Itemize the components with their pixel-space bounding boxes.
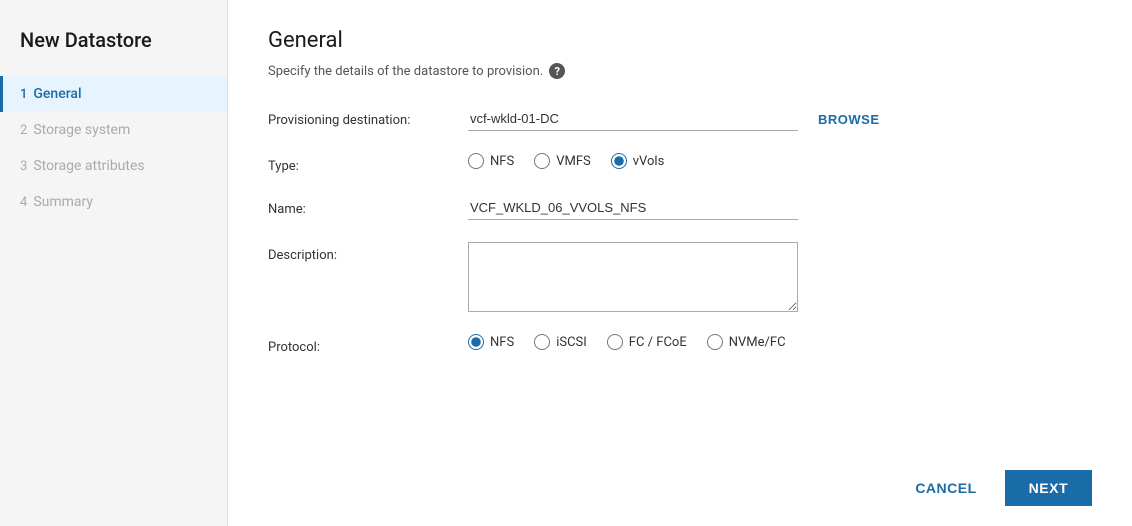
next-button[interactable]: NEXT xyxy=(1005,470,1092,506)
name-control xyxy=(468,196,1092,220)
type-nfs-radio[interactable] xyxy=(468,153,484,169)
type-row: Type: NFS VMFS vVols xyxy=(268,153,1092,174)
type-nfs-option[interactable]: NFS xyxy=(468,153,514,169)
sidebar: New Datastore 1 General 2 Storage system… xyxy=(0,0,228,526)
sidebar-item-summary[interactable]: 4 Summary xyxy=(0,184,227,220)
step-num-3: 3 xyxy=(20,159,27,174)
description-label: Description: xyxy=(268,242,468,263)
browse-button[interactable]: BROWSE xyxy=(810,108,888,131)
protocol-nfs-option[interactable]: NFS xyxy=(468,334,514,350)
cancel-button[interactable]: CANCEL xyxy=(899,472,992,504)
protocol-nvme-label: NVMe/FC xyxy=(729,335,786,350)
name-input[interactable] xyxy=(468,196,798,220)
footer: CANCEL NEXT xyxy=(268,454,1092,506)
form: Provisioning destination: BROWSE Type: N… xyxy=(268,107,1092,454)
type-vmfs-option[interactable]: VMFS xyxy=(534,153,591,169)
type-radio-group: NFS VMFS vVols xyxy=(468,153,664,169)
sidebar-item-storage-system[interactable]: 2 Storage system xyxy=(0,112,227,148)
sidebar-label-summary: Summary xyxy=(33,194,93,210)
protocol-row: Protocol: NFS iSCSI FC / FCoE xyxy=(268,334,1092,355)
name-label: Name: xyxy=(268,196,468,217)
subtitle-text: Specify the details of the datastore to … xyxy=(268,64,543,79)
type-vvols-option[interactable]: vVols xyxy=(611,153,665,169)
sidebar-label-storage-attributes: Storage attributes xyxy=(33,158,144,174)
sidebar-title: New Datastore xyxy=(0,20,227,76)
protocol-fc-label: FC / FCoE xyxy=(629,335,687,350)
protocol-label: Protocol: xyxy=(268,334,468,355)
protocol-nfs-radio[interactable] xyxy=(468,334,484,350)
provisioning-destination-row: Provisioning destination: BROWSE xyxy=(268,107,1092,131)
provisioning-destination-control: BROWSE xyxy=(468,107,1092,131)
type-vvols-label: vVols xyxy=(633,154,665,169)
sidebar-item-general[interactable]: 1 General xyxy=(0,76,227,112)
protocol-control: NFS iSCSI FC / FCoE NVMe/FC xyxy=(468,334,1092,350)
sidebar-label-storage-system: Storage system xyxy=(33,122,130,138)
name-row: Name: xyxy=(268,196,1092,220)
protocol-nvme-option[interactable]: NVMe/FC xyxy=(707,334,786,350)
description-row: Description: xyxy=(268,242,1092,312)
description-control xyxy=(468,242,1092,312)
step-num-2: 2 xyxy=(20,123,27,138)
sidebar-label-general: General xyxy=(33,86,81,102)
main-content: General Specify the details of the datas… xyxy=(228,0,1132,526)
protocol-fc-option[interactable]: FC / FCoE xyxy=(607,334,687,350)
protocol-iscsi-label: iSCSI xyxy=(556,335,587,350)
protocol-fc-radio[interactable] xyxy=(607,334,623,350)
type-label: Type: xyxy=(268,153,468,174)
type-vmfs-radio[interactable] xyxy=(534,153,550,169)
type-vvols-radio[interactable] xyxy=(611,153,627,169)
description-textarea[interactable] xyxy=(468,242,798,312)
protocol-radio-group: NFS iSCSI FC / FCoE NVMe/FC xyxy=(468,334,786,350)
provisioning-destination-label: Provisioning destination: xyxy=(268,107,468,128)
page-title: General xyxy=(268,28,1092,53)
type-control: NFS VMFS vVols xyxy=(468,153,1092,169)
protocol-nvme-radio[interactable] xyxy=(707,334,723,350)
protocol-iscsi-option[interactable]: iSCSI xyxy=(534,334,587,350)
type-vmfs-label: VMFS xyxy=(556,154,591,169)
provisioning-destination-input[interactable] xyxy=(468,107,798,131)
sidebar-item-storage-attributes[interactable]: 3 Storage attributes xyxy=(0,148,227,184)
protocol-iscsi-radio[interactable] xyxy=(534,334,550,350)
subtitle: Specify the details of the datastore to … xyxy=(268,63,1092,79)
type-nfs-label: NFS xyxy=(490,154,514,169)
step-num-1: 1 xyxy=(20,87,27,102)
protocol-nfs-label: NFS xyxy=(490,335,514,350)
help-icon[interactable]: ? xyxy=(549,63,565,79)
step-num-4: 4 xyxy=(20,195,27,210)
